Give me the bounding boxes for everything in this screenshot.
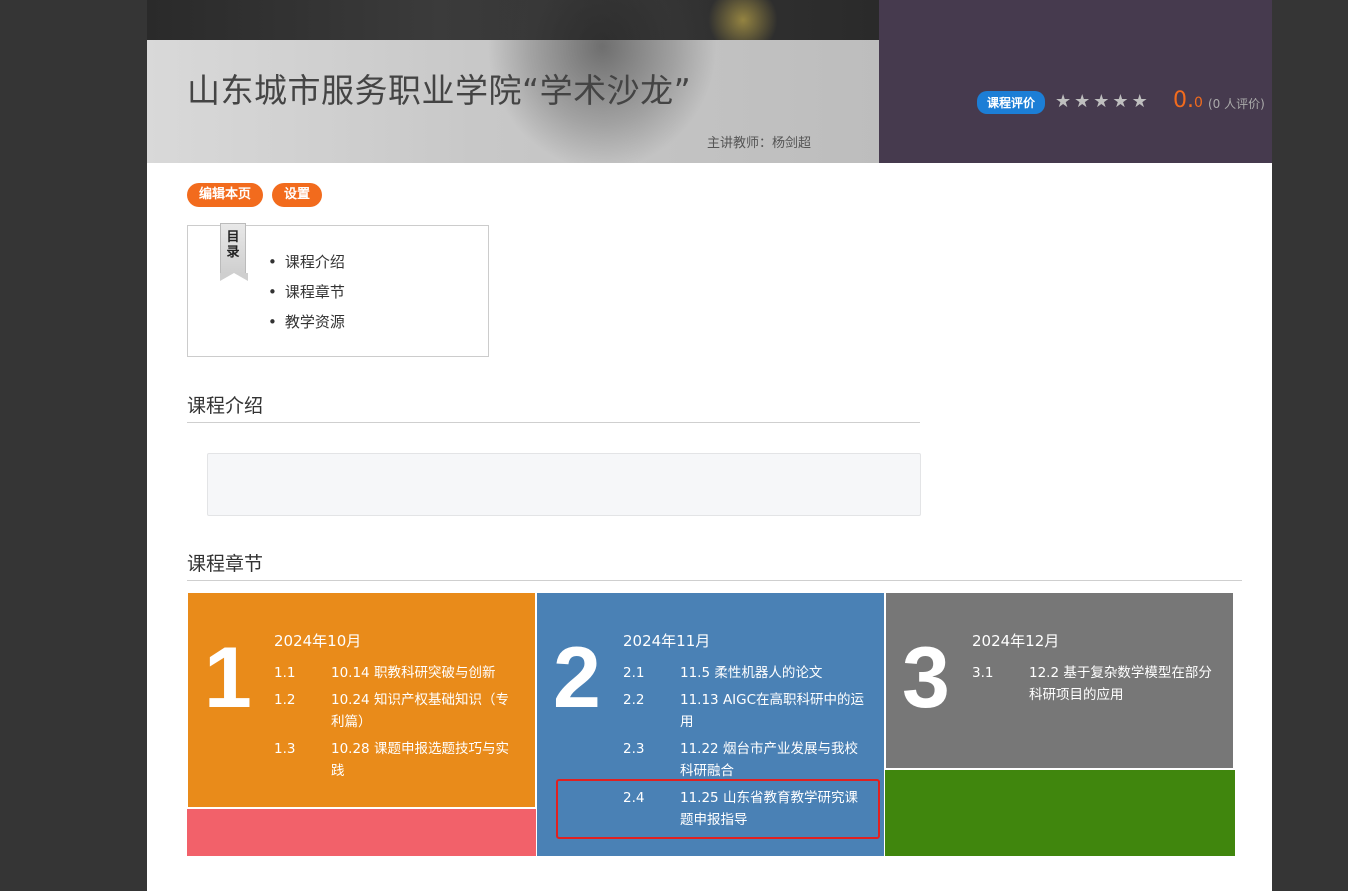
toc-ribbon-label: 目录: [226, 230, 240, 260]
teacher-name: 主讲教师：杨剑超: [707, 136, 812, 151]
chapter-number: 1: [204, 630, 252, 726]
intro-heading: 课程介绍: [187, 395, 264, 417]
lesson-title-link[interactable]: 10.28 课题申报选题技巧与实践: [331, 738, 521, 782]
settings-button[interactable]: 设置: [272, 183, 323, 207]
lesson-number: 3.1: [972, 665, 994, 681]
lesson-number: 2.3: [623, 741, 645, 757]
banner-sparkle-image: [707, 0, 797, 40]
lesson-number: 2.2: [623, 692, 645, 708]
star-icon[interactable]: ★: [1093, 91, 1109, 112]
lesson-title-link[interactable]: 11.13 AIGC在高职科研中的运用: [680, 689, 870, 733]
lesson-title-link[interactable]: 12.2 基于复杂数学模型在部分科研项目的应用: [1029, 662, 1219, 706]
toc-item-resources[interactable]: 教学资源: [268, 310, 345, 340]
lesson-title-link[interactable]: 10.24 知识产权基础知识（专利篇）: [331, 689, 521, 733]
toc-list: 课程介绍 课程章节 教学资源: [268, 250, 345, 340]
lesson-title-link[interactable]: 11.22 烟台市产业发展与我校科研融合: [680, 738, 870, 782]
chapter-number: 2: [553, 630, 601, 726]
edit-page-button[interactable]: 编辑本页: [187, 183, 264, 207]
course-rating-button[interactable]: 课程评价: [977, 91, 1046, 114]
lesson-number: 1.2: [274, 692, 296, 708]
lesson-number: 1.1: [274, 665, 296, 681]
intro-content-box: [207, 453, 921, 516]
chapter-tile-empty-pink: [187, 809, 536, 856]
rating-panel: 课程评价 ★ ★ ★ ★ ★ 0.0 (0 人评价): [879, 0, 1272, 163]
star-icon[interactable]: ★: [1132, 91, 1148, 112]
star-icon[interactable]: ★: [1055, 91, 1071, 112]
chapters-heading: 课程章节: [187, 553, 264, 575]
lesson-number: 1.3: [274, 741, 296, 757]
rating-count: (0 人评价): [1208, 97, 1265, 111]
toc-item-chapters[interactable]: 课程章节: [268, 280, 345, 310]
highlight-box: [556, 779, 880, 839]
chapter-month: 2024年10月: [274, 632, 362, 650]
course-page: 山东城市服务职业学院“学术沙龙” 主讲教师：杨剑超 课程评价 ★ ★ ★ ★ ★ 0.0…: [147, 0, 1272, 891]
lesson-title-link[interactable]: 11.5 柔性机器人的论文: [680, 662, 870, 684]
rating-stars[interactable]: ★ ★ ★ ★ ★: [1055, 91, 1151, 112]
table-of-contents: 目录 课程介绍 课程章节 教学资源: [187, 223, 489, 357]
course-title: 山东城市服务职业学院“学术沙龙”: [187, 71, 692, 110]
chapter-number: 3: [902, 630, 950, 726]
toc-item-intro[interactable]: 课程介绍: [268, 250, 345, 280]
chapter-month: 2024年11月: [623, 632, 711, 650]
star-icon[interactable]: ★: [1074, 91, 1090, 112]
lesson-title-link[interactable]: 10.14 职教科研突破与创新: [331, 662, 521, 684]
chapters-divider: [187, 580, 1242, 581]
course-banner: 山东城市服务职业学院“学术沙龙” 主讲教师：杨剑超: [147, 0, 879, 163]
chapter-tile-1: 1 2024年10月 1.1 10.14 职教科研突破与创新 1.2 10.24…: [188, 593, 535, 807]
chapter-tile-3: 3 2024年12月 3.1 12.2 基于复杂数学模型在部分科研项目的应用: [886, 593, 1233, 768]
chapter-tile-empty-green: [885, 770, 1235, 856]
star-icon[interactable]: ★: [1112, 91, 1128, 112]
toc-ribbon-bookmark-icon: 目录: [220, 223, 248, 281]
chapter-month: 2024年12月: [972, 632, 1060, 650]
lesson-number: 2.1: [623, 665, 645, 681]
rating-score: 0.0: [1173, 88, 1203, 113]
intro-divider: [187, 422, 920, 423]
